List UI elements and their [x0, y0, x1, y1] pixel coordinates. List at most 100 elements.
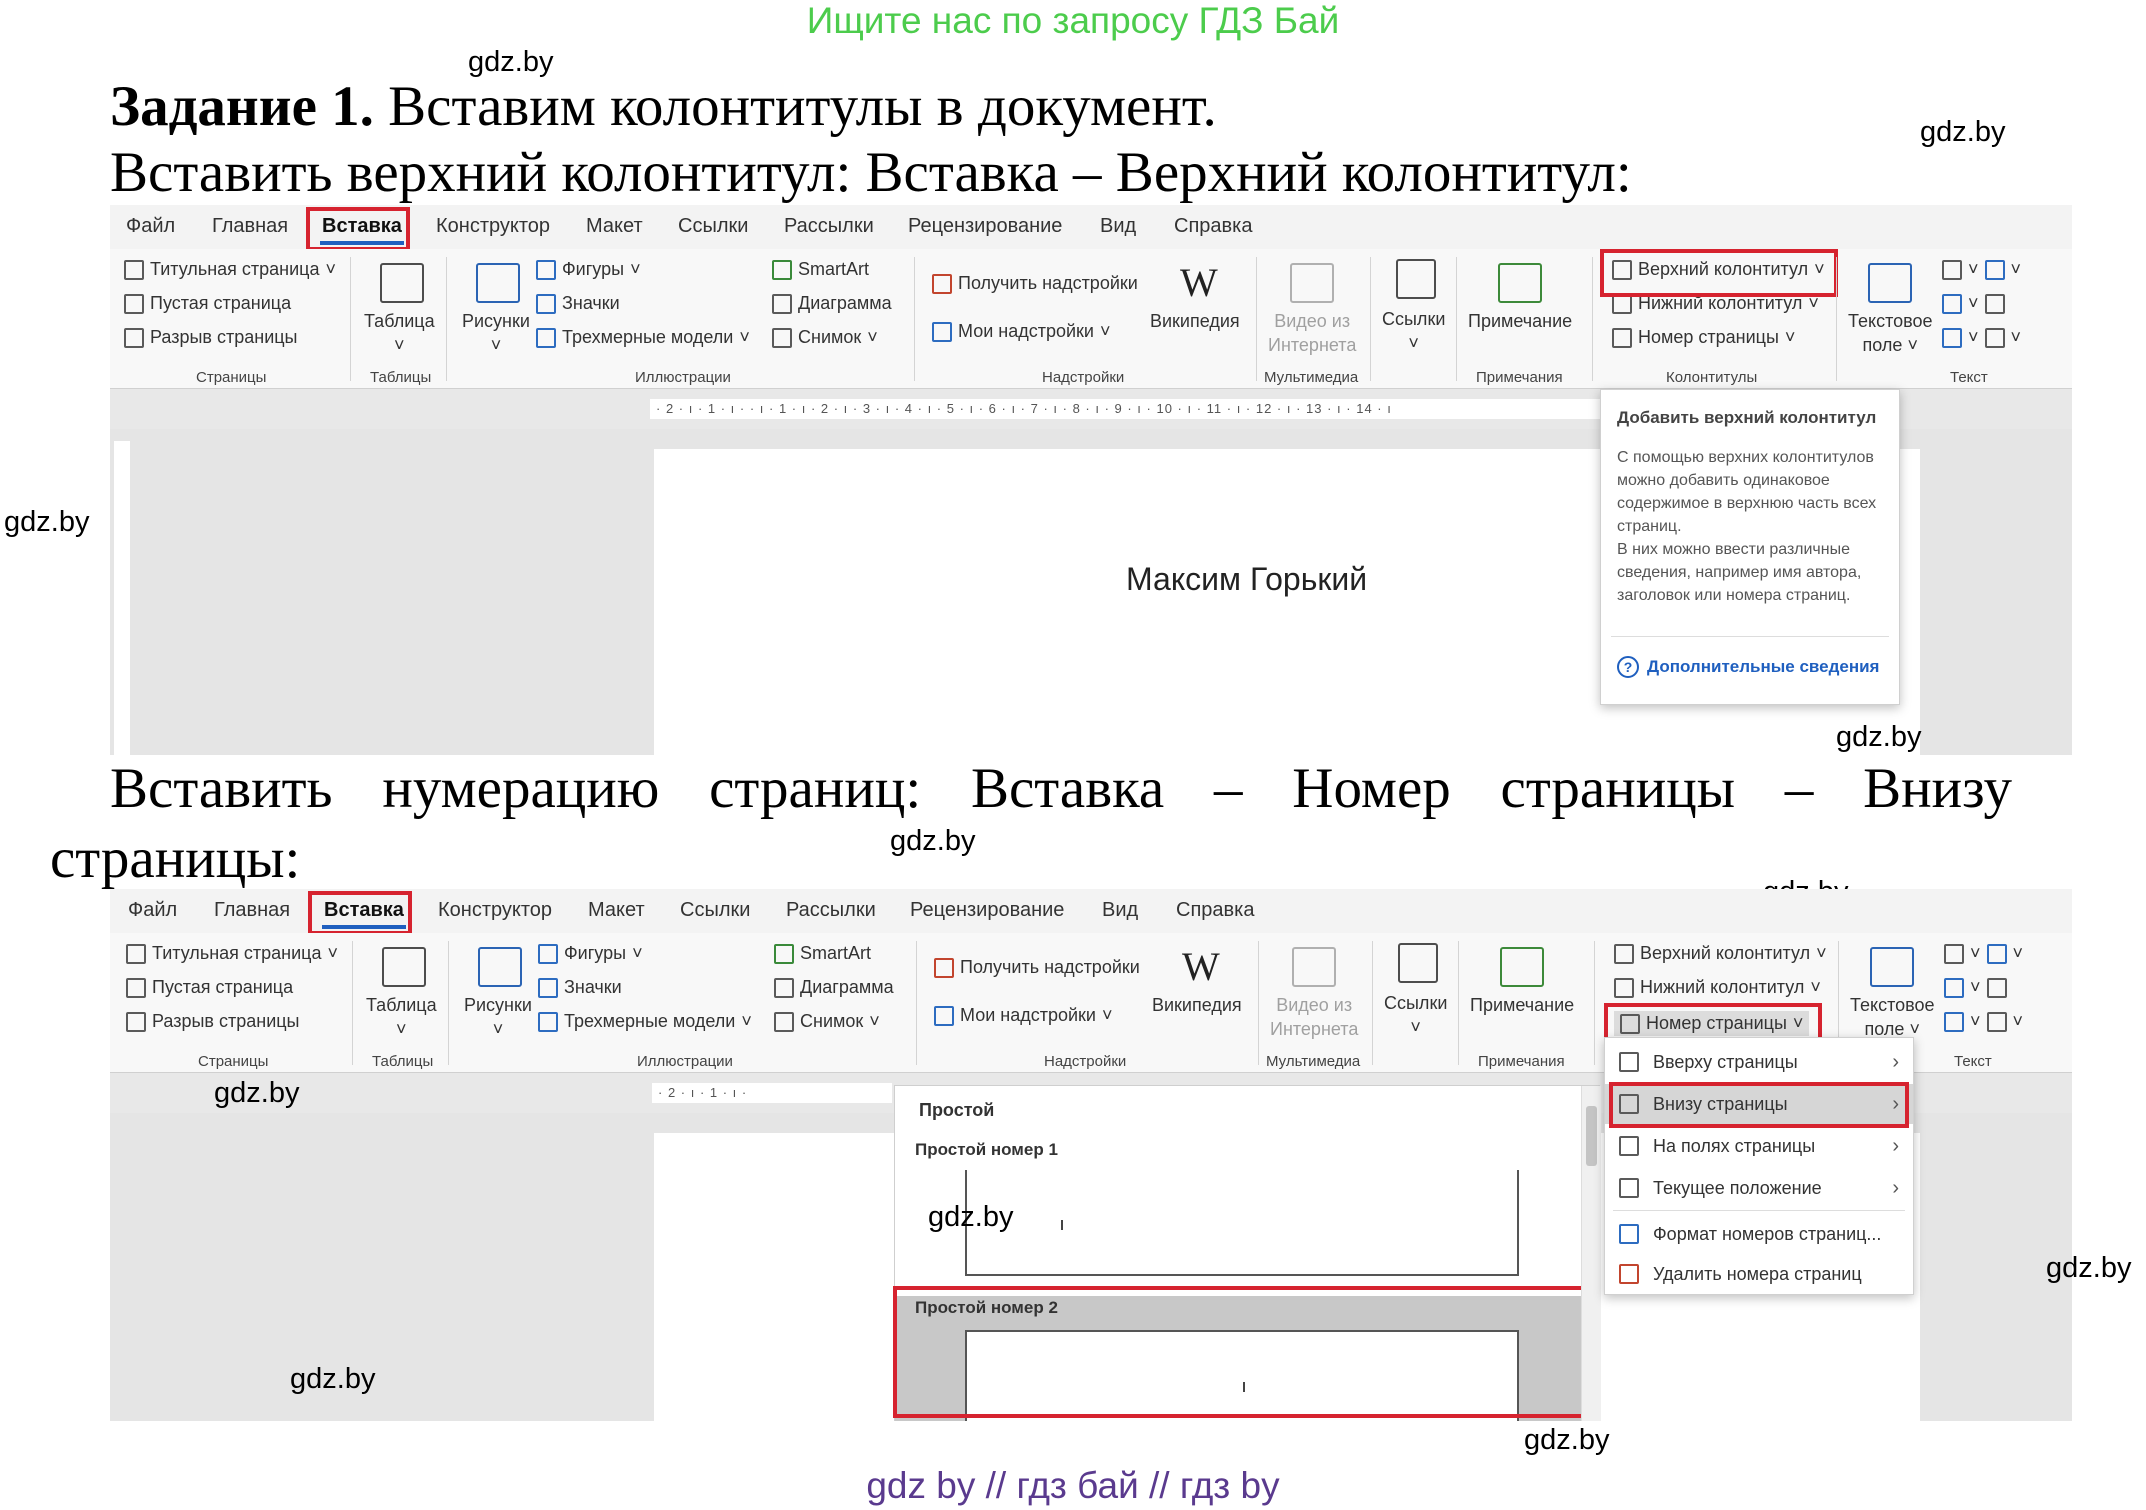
tab-home[interactable]: Главная: [204, 895, 300, 926]
group-label-text: Текст: [1954, 1053, 1992, 1070]
tab-mailings[interactable]: Рассылки: [774, 211, 884, 242]
page-icon: [1619, 1052, 1639, 1072]
menu-format-page-numbers[interactable]: Формат номеров страниц...: [1605, 1214, 1913, 1254]
cube-icon: [538, 1011, 558, 1032]
tab-review[interactable]: Рецензирование: [900, 895, 1074, 926]
screenshot-button[interactable]: Снимок ˅: [774, 1011, 880, 1032]
get-addins-button[interactable]: Получить надстройки: [932, 273, 1138, 294]
tab-layout[interactable]: Макет: [576, 211, 653, 242]
page-icon: [1619, 1136, 1639, 1156]
signature-icon: [1984, 259, 2005, 280]
icons-button[interactable]: Значки: [536, 293, 620, 314]
more-info-link[interactable]: ? Дополнительные сведения: [1617, 656, 1879, 678]
online-video-button[interactable]: Видео из Интернета: [1268, 309, 1356, 357]
wordart-button[interactable]: ˅: [1942, 293, 2005, 314]
smartart-button[interactable]: SmartArt: [774, 943, 871, 964]
dropcap-button[interactable]: ˅ ˅: [1944, 1011, 2023, 1032]
highlight-bottom-of-page: [1609, 1082, 1909, 1128]
tab-file[interactable]: Файл: [118, 895, 187, 926]
tab-references[interactable]: Ссылки: [670, 895, 760, 926]
quick-parts-button[interactable]: ˅ ˅: [1942, 259, 2021, 280]
screenshot-button[interactable]: Снимок ˅: [772, 327, 878, 348]
instruction-page-number: Вставить нумерацию страниц: Вставка – Но…: [110, 757, 2012, 820]
tab-design[interactable]: Конструктор: [428, 895, 562, 926]
table-button[interactable]: Таблица ˅: [364, 309, 435, 357]
group-label-media: Мультимедиа: [1266, 1053, 1361, 1070]
group-label-illustrations: Иллюстрации: [635, 369, 731, 386]
chart-button[interactable]: Диаграмма: [774, 977, 894, 998]
chart-button[interactable]: Диаграмма: [772, 293, 892, 314]
my-addins-button[interactable]: Мои надстройки ˅: [934, 1005, 1112, 1026]
group-label-comments: Примечания: [1476, 369, 1563, 386]
gallery-section-title: Простой: [919, 1100, 995, 1120]
menu-current-position[interactable]: Текущее положение ›: [1605, 1168, 1913, 1208]
comment-button[interactable]: Примечание: [1470, 993, 1574, 1017]
page-number-button[interactable]: Номер страницы ˅: [1612, 327, 1795, 348]
page-icon: [1619, 1178, 1639, 1198]
quick-parts-button[interactable]: ˅ ˅: [1944, 943, 2023, 964]
textbox-button[interactable]: Текстовое поле ˅: [1848, 309, 1933, 357]
my-addins-button[interactable]: Мои надстройки ˅: [932, 321, 1110, 342]
page-break-button[interactable]: Разрыв страницы: [126, 1011, 300, 1032]
table-icon: [380, 263, 424, 303]
gallery-item-1-label: Простой номер 1: [915, 1140, 1058, 1159]
tab-review[interactable]: Рецензирование: [898, 211, 1072, 242]
shapes-button[interactable]: Фигуры ˅: [536, 259, 641, 280]
tab-view[interactable]: Вид: [1092, 895, 1148, 926]
smartart-button[interactable]: SmartArt: [772, 259, 869, 280]
cover-page-button[interactable]: Титульная страница ˅: [124, 259, 336, 280]
footer-button[interactable]: Нижний колонтитул ˅: [1614, 977, 1821, 998]
horizontal-ruler: · 2 · ı · 1 · ı ·: [652, 1083, 892, 1103]
pictures-button[interactable]: Рисунки ˅: [462, 309, 530, 357]
tab-layout[interactable]: Макет: [578, 895, 655, 926]
wordart-button[interactable]: ˅: [1944, 977, 2007, 998]
help-icon: ?: [1617, 656, 1639, 678]
comment-button[interactable]: Примечание: [1468, 309, 1572, 333]
blank-page-button[interactable]: Пустая страница: [124, 293, 291, 314]
tab-home[interactable]: Главная: [202, 211, 298, 242]
shapes-button[interactable]: Фигуры ˅: [538, 943, 643, 964]
3d-models-button[interactable]: Трехмерные модели ˅: [538, 1011, 752, 1032]
group-label-comments: Примечания: [1478, 1053, 1565, 1070]
smartart-icon: [772, 259, 792, 280]
menu-page-margins[interactable]: На полях страницы ›: [1605, 1126, 1913, 1166]
tooltip-paragraph-1: С помощью верхних колонтитулов можно доб…: [1617, 449, 1877, 535]
wikipedia-button[interactable]: Википедия: [1150, 309, 1240, 333]
scrollbar-thumb[interactable]: [1586, 1106, 1597, 1166]
watermark: gdz.by: [1920, 116, 2006, 148]
textbox-button[interactable]: Текстовое поле ˅: [1850, 993, 1935, 1041]
tab-help[interactable]: Справка: [1166, 895, 1264, 926]
get-addins-button[interactable]: Получить надстройки: [934, 957, 1140, 978]
gallery-scrollbar[interactable]: [1581, 1086, 1601, 1421]
table-button[interactable]: Таблица ˅: [366, 993, 437, 1041]
pictures-button[interactable]: Рисунки ˅: [464, 993, 532, 1041]
online-video-button[interactable]: Видео из Интернета: [1270, 993, 1358, 1041]
gallery-item-simple-number-1[interactable]: [965, 1170, 1519, 1276]
shapes-icon: [536, 259, 556, 280]
online-video-icon: [1292, 947, 1336, 987]
textbox-icon: [1870, 947, 1914, 987]
highlight-insert-tab: [308, 891, 412, 935]
table-icon: [382, 947, 426, 987]
tab-help[interactable]: Справка: [1164, 211, 1262, 242]
format-icon: [1619, 1224, 1639, 1244]
menu-top-of-page[interactable]: Вверху страницы ›: [1605, 1042, 1913, 1082]
wikipedia-button[interactable]: Википедия: [1152, 993, 1242, 1017]
addins-icon: [932, 321, 952, 342]
links-button[interactable]: Ссылки ˅: [1382, 307, 1445, 355]
header-text[interactable]: Максим Горький: [1126, 561, 1367, 598]
tab-design[interactable]: Конструктор: [426, 211, 560, 242]
links-button[interactable]: Ссылки ˅: [1384, 991, 1447, 1039]
cover-page-button[interactable]: Титульная страница ˅: [126, 943, 338, 964]
dropcap-button[interactable]: ˅ ˅: [1942, 327, 2021, 348]
3d-models-button[interactable]: Трехмерные модели ˅: [536, 327, 750, 348]
tab-references[interactable]: Ссылки: [668, 211, 758, 242]
header-button[interactable]: Верхний колонтитул ˅: [1614, 943, 1827, 964]
tab-mailings[interactable]: Рассылки: [776, 895, 886, 926]
blank-page-button[interactable]: Пустая страница: [126, 977, 293, 998]
page-break-button[interactable]: Разрыв страницы: [124, 327, 298, 348]
icons-button[interactable]: Значки: [538, 977, 622, 998]
menu-remove-page-numbers[interactable]: Удалить номера страниц: [1605, 1254, 1913, 1294]
tab-file[interactable]: Файл: [116, 211, 185, 242]
tab-view[interactable]: Вид: [1090, 211, 1146, 242]
